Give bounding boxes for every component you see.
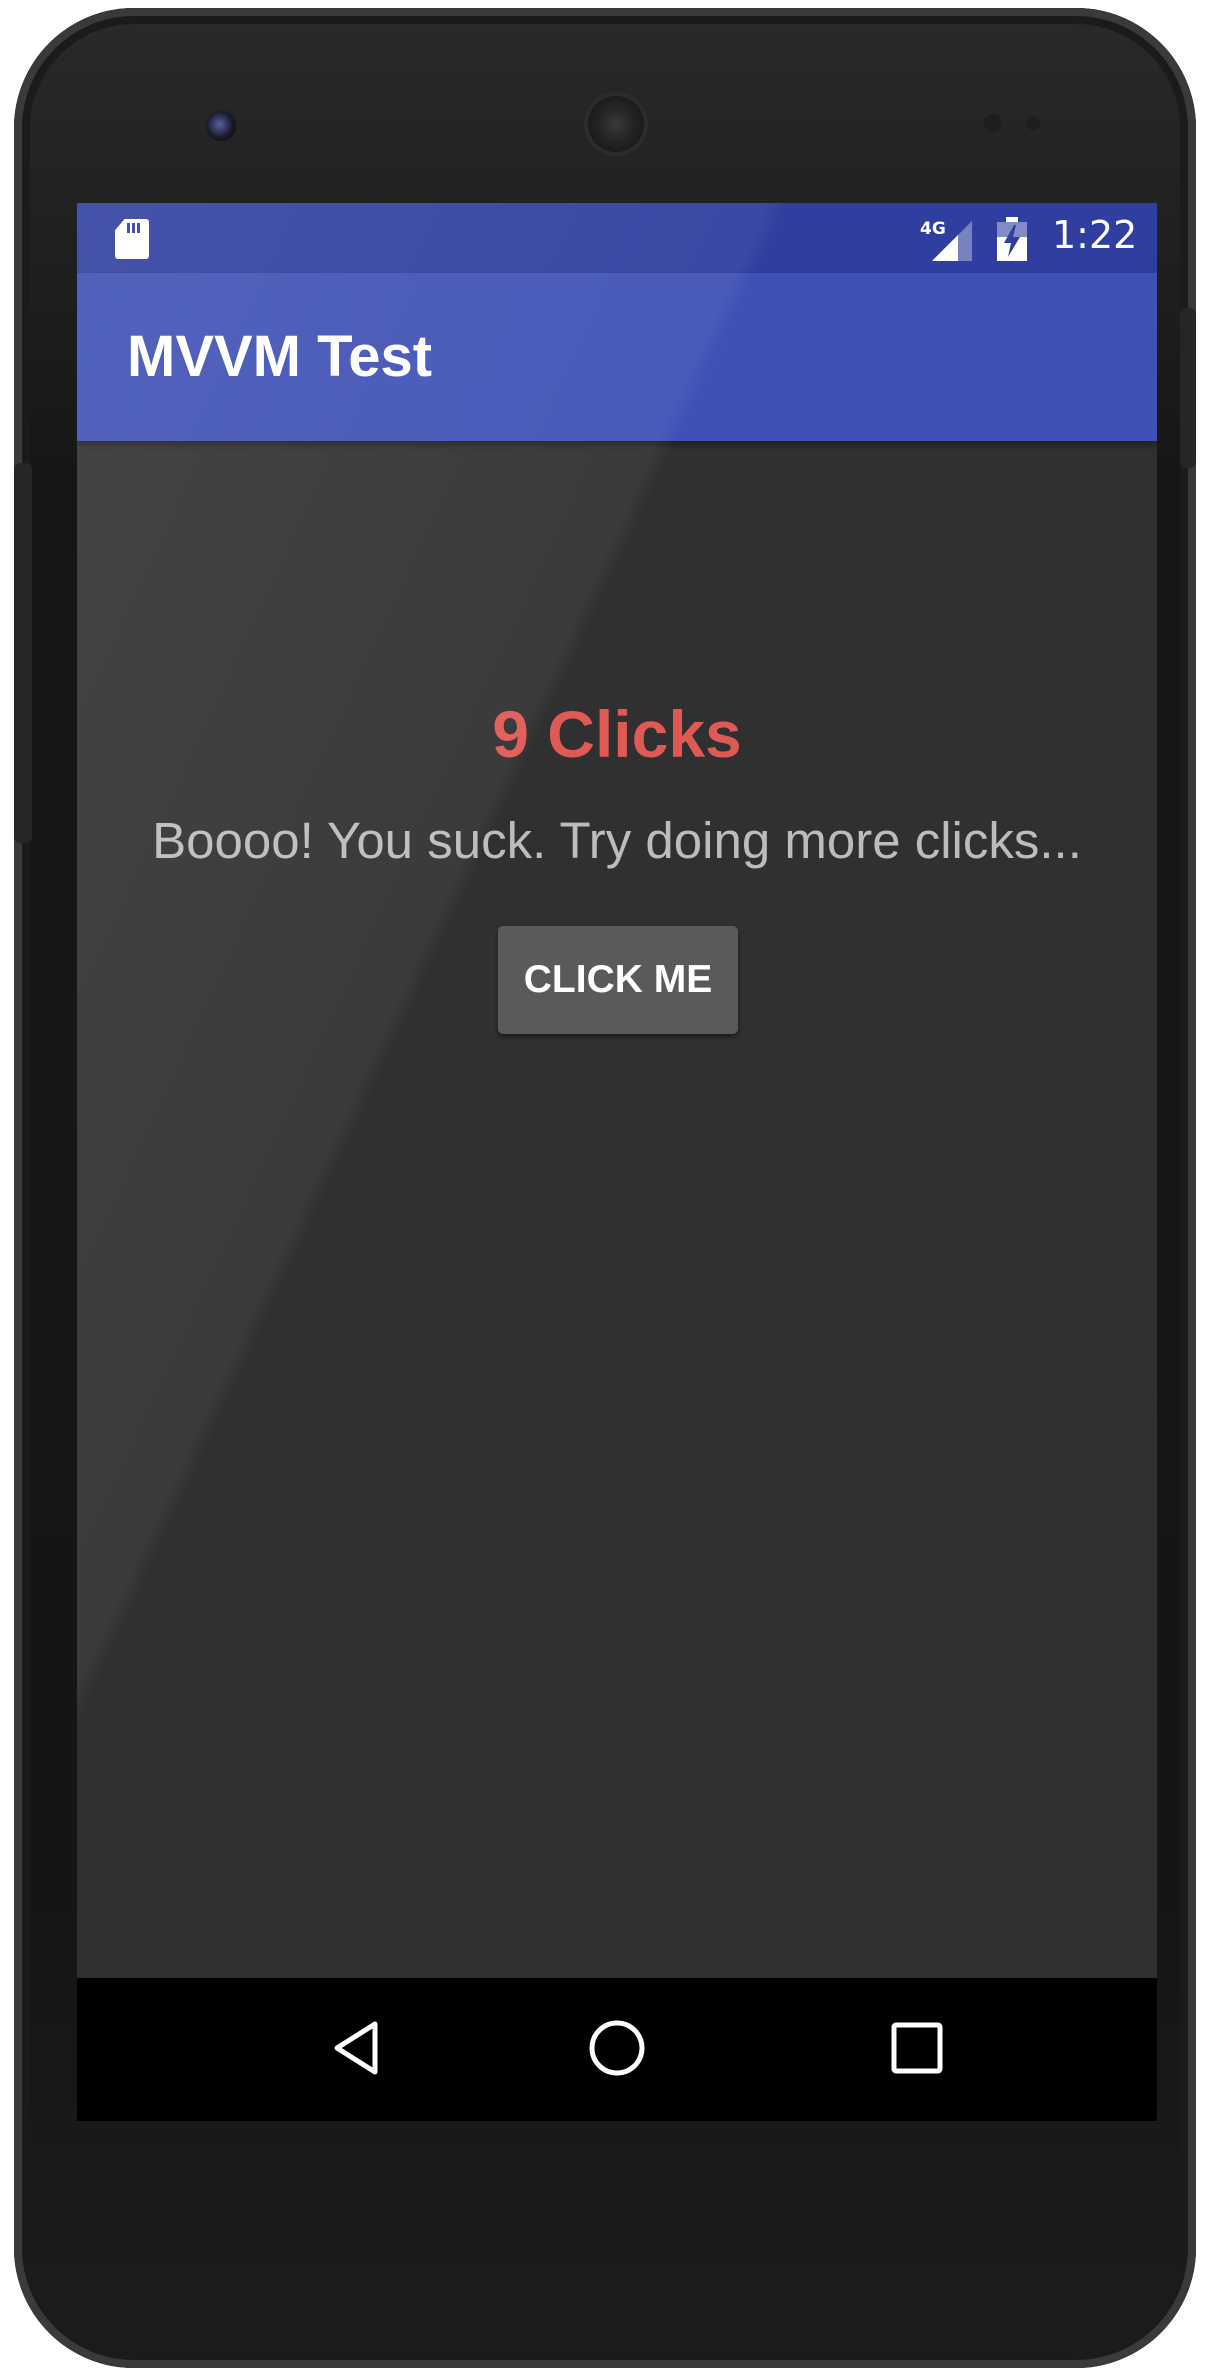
light-sensor-icon (1026, 116, 1040, 130)
feedback-message: Boooo! You suck. Try doing more clicks..… (152, 812, 1082, 869)
sd-card-icon (115, 219, 149, 259)
proximity-sensor-icon (984, 114, 1002, 132)
screen-glare (77, 203, 1157, 2121)
battery-charging-icon (997, 217, 1027, 261)
front-camera-icon (206, 111, 236, 141)
clicks-count-label: 9 Clicks (492, 697, 742, 771)
navigation-bar (77, 1978, 1157, 2121)
earpiece-speaker-icon (588, 96, 644, 152)
screen: 4G 1:22 MVVM Test 9 Clicks Boooo! You su… (77, 203, 1157, 2121)
app-toolbar: MVVM Test (77, 273, 1157, 441)
app-title: MVVM Test (127, 324, 433, 389)
click-me-button[interactable]: CLICK ME (498, 926, 738, 1034)
status-bar: 4G 1:22 (77, 203, 1157, 273)
volume-button (14, 463, 32, 843)
recents-icon[interactable] (877, 2008, 957, 2088)
status-clock: 1:22 (1052, 213, 1138, 257)
signal-icon (932, 221, 972, 261)
phone-frame: 4G 1:22 MVVM Test 9 Clicks Boooo! You su… (14, 8, 1196, 2368)
back-icon[interactable] (317, 2008, 397, 2088)
power-button (1180, 308, 1196, 468)
home-icon[interactable] (577, 2008, 657, 2088)
